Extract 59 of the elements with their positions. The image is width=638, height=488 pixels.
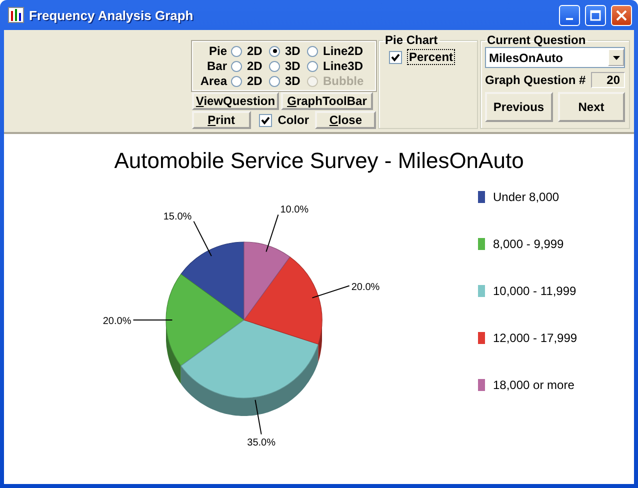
radio-label: 2D [247,59,264,73]
legend-label: 18,000 or more [493,378,574,392]
radio-button[interactable] [269,76,280,86]
data-label: 15.0% [163,211,192,222]
radio-button[interactable] [231,60,242,72]
radio-button[interactable] [307,46,318,56]
radio-label: 3D [285,74,302,88]
maximize-icon [590,10,601,20]
radio-label: Bubble [323,74,365,88]
radio-label: 2D [247,44,264,58]
previous-button[interactable]: Previous [485,92,552,122]
radio-label: 3D [285,59,302,73]
minimize-button[interactable] [559,4,580,26]
question-dropdown[interactable]: MilesOnAuto [485,47,625,68]
radio-button[interactable] [269,46,280,56]
legend-label: Under 8,000 [493,190,560,204]
radio-button[interactable] [269,60,280,72]
leader-line [266,214,279,252]
print-button[interactable]: Print [192,111,251,129]
close-icon [616,10,627,20]
chart-title: Automobile Service Survey - MilesOnAuto [113,148,525,174]
close-button[interactable]: Close [315,111,376,129]
question-number-field: 20 [591,72,625,88]
radio-label: 2D [247,74,264,88]
leader-line [193,220,212,257]
data-label: 10.0% [280,204,309,216]
radio-label: 3D [285,44,302,58]
data-label: 20.0% [351,282,380,293]
data-label: 35.0% [247,437,276,448]
next-button[interactable]: Next [558,92,625,122]
close-window-button[interactable] [611,4,632,26]
graph-type-label: Pie [208,44,228,58]
radio-button[interactable] [307,60,318,72]
checkbox-label: Color [278,113,310,127]
group-title: Pie Chart [384,33,439,47]
group-title: Current Question [486,33,587,47]
graph-toolbar-button[interactable]: GraphToolBar [281,92,373,110]
graph-type-label: Bar [206,59,228,73]
radio-button[interactable] [231,76,242,86]
checkbox[interactable] [258,114,272,126]
data-label: 20.0% [102,316,132,327]
graph-type-label: Area [199,74,228,88]
window-title: Frequency Analysis Graph [29,8,194,22]
leader-line [254,399,262,435]
app-icon [8,7,24,23]
checkbox[interactable] [389,50,402,64]
radio-label: Line3D [323,59,364,73]
view-question-button[interactable]: ViewQuestion [192,92,279,110]
radio-button[interactable] [231,46,242,56]
minimize-icon [566,18,573,20]
caret-icon [612,56,620,60]
maximize-button[interactable] [585,4,606,26]
legend-label: 10,000 - 11,999 [493,284,576,298]
checkbox-label: Percent [408,50,454,64]
legend-label: 8,000 - 9,999 [493,237,564,251]
graph-question-label: Graph Question # [485,73,586,87]
radio-label: Line2D [323,44,364,58]
leader-line [312,285,350,298]
legend-label: 12,000 - 17,999 [493,331,578,345]
